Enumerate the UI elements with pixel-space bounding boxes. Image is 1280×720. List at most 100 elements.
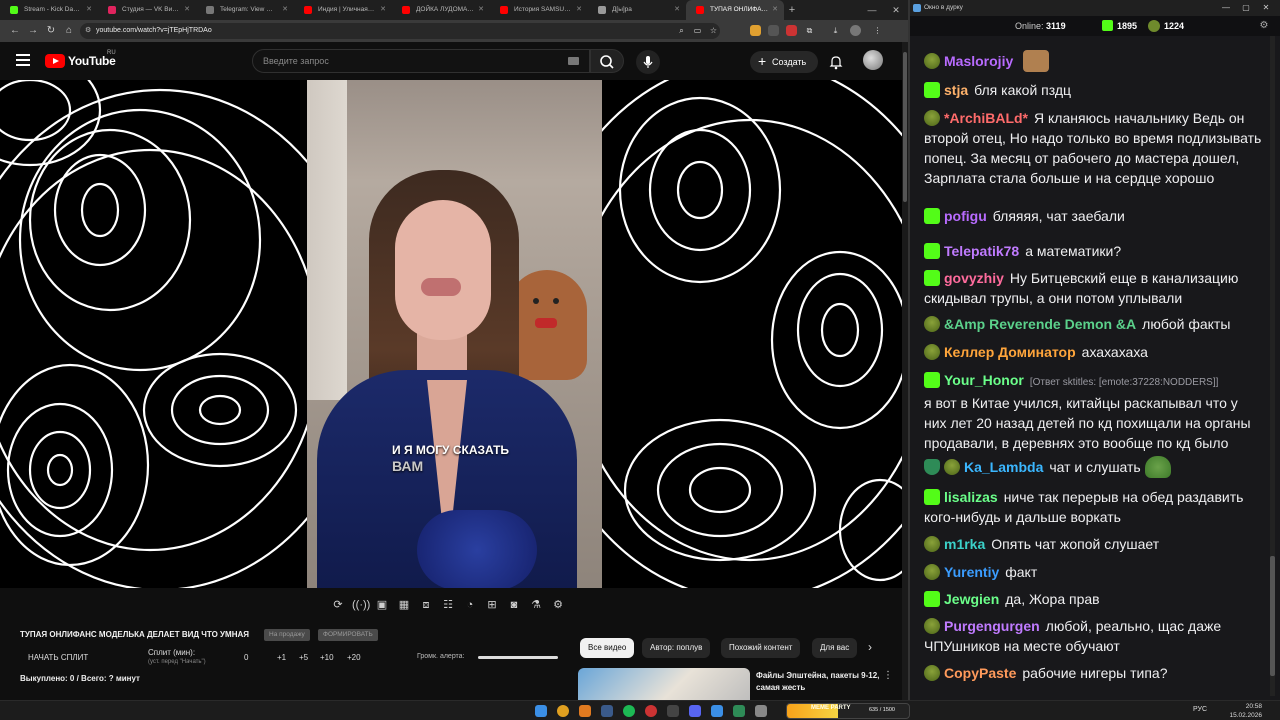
chat-username[interactable]: *ArchiBALd*	[944, 110, 1028, 126]
puzzle-icon[interactable]: ⧉	[804, 25, 815, 36]
chat-username[interactable]: Jewgien	[944, 591, 999, 607]
keyboard-icon[interactable]	[568, 57, 579, 65]
alert-volume-slider[interactable]	[478, 656, 558, 659]
notifications-button[interactable]	[828, 54, 844, 70]
split-add-5-button[interactable]: +5	[299, 653, 308, 662]
form-button[interactable]: ФОРМИРОВАТЬ	[318, 629, 378, 641]
search-input[interactable]: Введите запрос	[252, 49, 590, 73]
create-button[interactable]: + Создать	[750, 51, 818, 73]
maximize-button[interactable]: ▢	[1236, 0, 1256, 16]
windows-start-icon[interactable]	[535, 705, 547, 717]
close-tab-icon[interactable]: ✕	[674, 0, 680, 20]
profile-icon[interactable]	[850, 25, 861, 36]
chat-username[interactable]: Your_Honor	[944, 372, 1024, 388]
more-options-icon[interactable]: ⋮	[883, 670, 893, 681]
menu-icon[interactable]	[16, 54, 30, 66]
chat-message-list[interactable]: Maslorojiy stja бля какой пздц *ArchiBALd* Я…	[910, 36, 1266, 700]
chat-username[interactable]: Purgengurgen	[944, 618, 1040, 634]
chat-username[interactable]: Келлер Доминатор	[944, 344, 1076, 360]
close-window-button[interactable]: ✕	[1256, 0, 1276, 16]
youtube-logo[interactable]: YouTube RU	[45, 50, 116, 68]
close-tab-icon[interactable]: ✕	[86, 0, 92, 20]
chip-all-videos[interactable]: Все видео	[580, 638, 635, 658]
close-tab-icon[interactable]: ✕	[576, 0, 582, 20]
minimize-button[interactable]: —	[1216, 0, 1236, 16]
browser-tab[interactable]: Д[ы]ра ✕	[588, 0, 686, 20]
audio-wave-icon[interactable]: ((·))	[352, 597, 370, 613]
back-button[interactable]: ←	[8, 24, 22, 38]
film-icon[interactable]: ▦	[396, 597, 412, 613]
url-field[interactable]: ⚙ youtube.com/watch?v=jTEpHjTRDAo	[80, 23, 720, 39]
start-split-button[interactable]: НАЧАТЬ СПЛИТ	[28, 653, 88, 662]
chat-username[interactable]: stja	[944, 82, 968, 98]
chip-for-you[interactable]: Для вас	[812, 638, 858, 658]
reload-button[interactable]: ↻	[44, 24, 58, 38]
app-icon[interactable]	[733, 705, 745, 717]
browser-tab[interactable]: История SAMSUNG. К... ✕	[490, 0, 588, 20]
minimize-button[interactable]: —	[860, 0, 884, 20]
voice-search-button[interactable]	[636, 50, 660, 74]
app-icon[interactable]	[645, 705, 657, 717]
chip-author[interactable]: Автор: поплув	[642, 638, 711, 658]
related-title[interactable]: Файлы Эпштейна, пакеты 9-12, самая жесть	[756, 670, 881, 694]
screen-view-icon[interactable]: ▣	[374, 597, 390, 613]
home-button[interactable]: ⌂	[62, 24, 76, 38]
extension-icon[interactable]	[786, 25, 797, 36]
extension-icon[interactable]	[768, 25, 779, 36]
app-icon[interactable]	[667, 705, 679, 717]
download-icon[interactable]: ⤓	[830, 25, 841, 36]
discord-icon[interactable]	[689, 705, 701, 717]
speed-icon[interactable]: ◔	[462, 597, 478, 613]
language-indicator[interactable]: РУС	[1193, 706, 1207, 713]
new-tab-button[interactable]: +	[784, 0, 800, 20]
steam-icon[interactable]	[601, 705, 613, 717]
chat-username[interactable]: CopyPaste	[944, 665, 1016, 681]
browser-tab[interactable]: ТУПАЯ ОНЛИФАНС М... ✕	[686, 0, 784, 20]
bookmark-star-icon[interactable]: ☆	[708, 25, 719, 36]
related-video[interactable]: Файлы Эпштейна, пакеты 9-12, самая жесть…	[578, 668, 898, 700]
browser-tab[interactable]: ДОЙКА ЛУДОМАНОВ ✕	[392, 0, 490, 20]
chat-username[interactable]: pofigu	[944, 208, 987, 224]
video-player[interactable]: И Я МОГУ СКАЗАТЬ ВАМ	[0, 80, 902, 588]
for-sale-button[interactable]: На продажу	[264, 629, 310, 641]
site-info-icon[interactable]: ⚙	[85, 23, 91, 39]
folder-icon[interactable]	[579, 705, 591, 717]
picture-in-picture-icon[interactable]: ⧈	[418, 597, 434, 613]
add-marker-icon[interactable]: ⊞	[484, 597, 500, 613]
settings-icon[interactable]: ⚙	[1256, 18, 1272, 34]
cast-icon[interactable]: ▭	[692, 25, 703, 36]
chip-similar[interactable]: Похожий контент	[721, 638, 801, 658]
menu-dots-icon[interactable]: ⋮	[872, 25, 883, 36]
chat-username[interactable]: lisalizas	[944, 489, 998, 505]
clock[interactable]: 20:58 15.02.2026	[1228, 702, 1262, 720]
close-tab-icon[interactable]: ✕	[772, 0, 778, 20]
extension-icon[interactable]	[750, 25, 761, 36]
related-thumbnail[interactable]	[578, 668, 750, 700]
close-tab-icon[interactable]: ✕	[380, 0, 386, 20]
close-tab-icon[interactable]: ✕	[478, 0, 484, 20]
chat-username[interactable]: Ka_Lambda	[964, 459, 1043, 475]
account-avatar[interactable]	[863, 50, 883, 70]
split-add-1-button[interactable]: +1	[277, 653, 286, 662]
close-tab-icon[interactable]: ✕	[184, 0, 190, 20]
browser-tab[interactable]: Stream - Kick Dashboard ✕	[0, 0, 98, 20]
camera-icon[interactable]: ◙	[506, 597, 522, 613]
gear-icon[interactable]: ⚙	[550, 597, 566, 613]
chat-username[interactable]: Yurentiy	[944, 564, 999, 580]
split-add-10-button[interactable]: +10	[320, 653, 334, 662]
flask-icon[interactable]: ⚗	[528, 597, 544, 613]
app-icon[interactable]	[711, 705, 723, 717]
spotify-icon[interactable]	[623, 705, 635, 717]
search-button[interactable]	[590, 49, 624, 73]
loop-icon[interactable]: ⟳	[330, 597, 346, 613]
subtitles-icon[interactable]: ☷	[440, 597, 456, 613]
forward-button[interactable]: →	[26, 24, 40, 38]
close-window-button[interactable]: ✕	[884, 0, 908, 20]
browser-tab[interactable]: Telegram: View @agree ✕	[196, 0, 294, 20]
chat-scrollbar[interactable]	[1270, 36, 1275, 696]
zoom-icon[interactable]: ⌕	[676, 25, 687, 36]
chat-username[interactable]: &Amp Reverende Demon &A	[944, 316, 1136, 332]
close-tab-icon[interactable]: ✕	[282, 0, 288, 20]
chat-username[interactable]: m1rka	[944, 536, 985, 552]
meme-party-widget[interactable]: MEME PARTY 635 / 1500	[786, 703, 910, 719]
